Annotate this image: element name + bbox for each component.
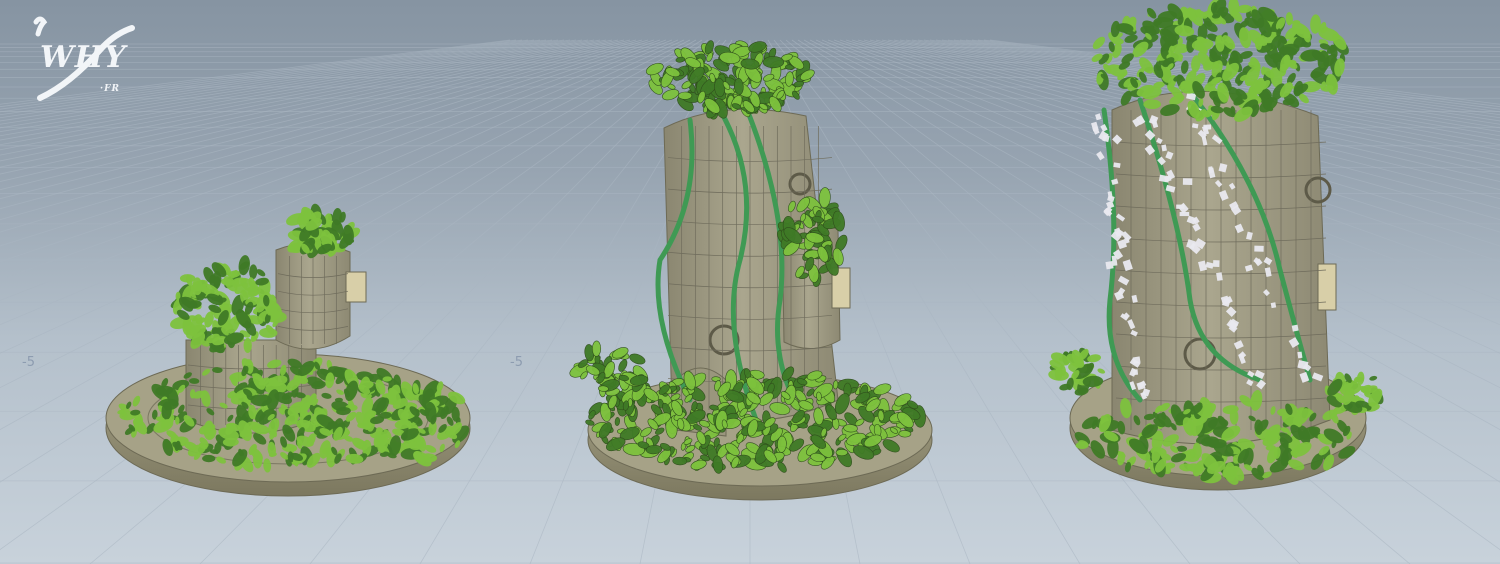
logo-suffix: ·FR	[100, 84, 121, 94]
logo-letters: WHY	[40, 40, 127, 75]
grid-axis-label: -5	[510, 355, 523, 370]
viewport-scene[interactable]: -5 -5	[0, 0, 1500, 564]
logo: WHY ·FR	[30, 14, 142, 104]
tower-stage-middle[interactable]	[568, 39, 933, 501]
grid-axis-label: -5	[22, 355, 35, 370]
tower-stage-final[interactable]	[1048, 0, 1386, 491]
tower-stage-early[interactable]	[105, 203, 472, 497]
3d-viewport[interactable]: -5 -5 WHY ·FR	[0, 0, 1500, 564]
